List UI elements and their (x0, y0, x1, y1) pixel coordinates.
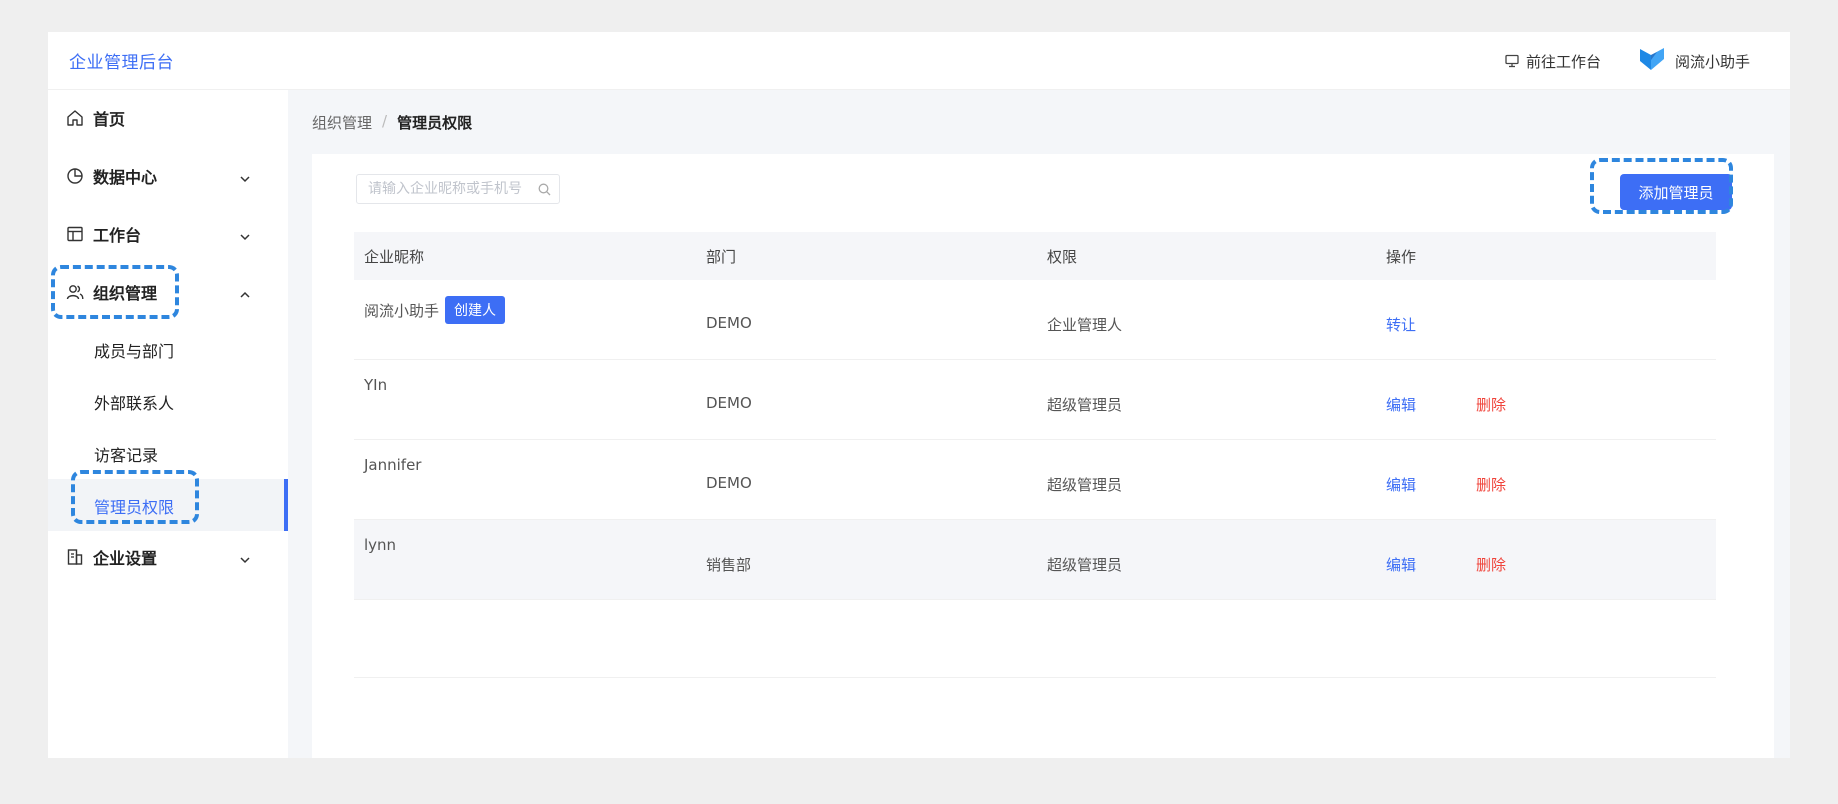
sidebar-subitem-admin-permissions[interactable]: 管理员权限 (48, 479, 288, 531)
table-row: Jannifer DEMO 超级管理员 编辑 删除 (354, 440, 1716, 520)
edit-button[interactable]: 编辑 (1386, 554, 1416, 575)
sidebar-item-label: 数据中心 (93, 168, 158, 187)
assistant-name: 阅流小助手 (1674, 52, 1750, 71)
workbench-link[interactable]: 前往工作台 (1505, 51, 1601, 72)
table-row: lynn 销售部 超级管理员 编辑 删除 (354, 520, 1716, 600)
breadcrumb-current: 管理员权限 (397, 114, 473, 132)
sidebar-subitem-label: 管理员权限 (94, 498, 175, 517)
admin-name-cell: YIn (364, 376, 387, 394)
table-empty-row (354, 600, 1716, 678)
admin-name: 阅流小助手 (364, 301, 440, 320)
sidebar-item-home[interactable]: 首页 (48, 93, 288, 143)
sidebar-item-data-center[interactable]: 数据中心 (48, 151, 288, 201)
sidebar-item-label: 企业设置 (93, 549, 158, 568)
admin-name-cell: 阅流小助手 创建人 (364, 296, 506, 324)
search-box (356, 174, 560, 204)
sidebar-item-workbench[interactable]: 工作台 (48, 209, 288, 259)
admin-name-cell: lynn (364, 536, 396, 554)
column-header-actions: 操作 (1386, 248, 1417, 266)
permission-cell: 企业管理人 (1047, 316, 1123, 334)
screen-frame: 企业管理后台 前往工作台 阅流小助手 首页 数据中心 工作台 组织管理 成员与部… (0, 0, 1838, 804)
column-header-permission: 权限 (1047, 248, 1078, 266)
admin-card: 添加管理员 企业昵称 部门 权限 操作 阅流小助手 创建人 DEMO (312, 154, 1774, 758)
sidebar-subitem-label: 访客记录 (94, 446, 159, 465)
layout-icon (66, 225, 84, 243)
sidebar-item-org-management[interactable]: 组织管理 (48, 267, 288, 317)
chevron-down-icon (239, 228, 251, 241)
breadcrumb: 组织管理 / 管理员权限 (312, 112, 472, 133)
assistant-profile[interactable]: 阅流小助手 (1639, 46, 1750, 76)
building-icon (66, 548, 84, 566)
admin-name: Jannifer (364, 456, 422, 474)
edit-button[interactable]: 编辑 (1386, 394, 1416, 415)
department-cell: DEMO (706, 314, 752, 332)
sidebar-item-label: 首页 (93, 110, 126, 129)
chevron-down-icon (239, 551, 251, 564)
admin-name: YIn (364, 376, 388, 394)
permission-cell: 超级管理员 (1047, 396, 1123, 414)
transfer-button[interactable]: 转让 (1386, 314, 1416, 335)
column-header-department: 部门 (706, 248, 737, 266)
sidebar-subitem-visitor-records[interactable]: 访客记录 (48, 427, 288, 479)
sidebar-subitem-label: 外部联系人 (94, 394, 175, 413)
department-cell: 销售部 (706, 556, 752, 574)
sidebar-subitem-members[interactable]: 成员与部门 (48, 323, 288, 375)
table-row: 阅流小助手 创建人 DEMO 企业管理人 转让 (354, 280, 1716, 360)
assistant-logo-icon (1639, 46, 1665, 76)
department-cell: DEMO (706, 474, 752, 492)
monitor-icon (1505, 54, 1519, 68)
admin-name-cell: Jannifer (364, 456, 421, 474)
permission-cell: 超级管理员 (1047, 476, 1123, 494)
sidebar: 首页 数据中心 工作台 组织管理 成员与部门 外部联系人 访客记录 管理员权限 … (48, 90, 288, 758)
users-icon (66, 283, 84, 301)
delete-button[interactable]: 删除 (1476, 394, 1506, 415)
delete-button[interactable]: 删除 (1476, 474, 1506, 495)
column-header-nickname: 企业昵称 (364, 248, 425, 266)
home-icon (66, 109, 84, 127)
breadcrumb-parent[interactable]: 组织管理 (312, 112, 372, 133)
pie-chart-icon (66, 167, 84, 185)
main-content: 组织管理 / 管理员权限 添加管理员 企业昵称 部门 权限 (288, 90, 1790, 758)
admin-app: 企业管理后台 前往工作台 阅流小助手 首页 数据中心 工作台 组织管理 成员与部… (48, 32, 1790, 758)
creator-badge: 创建人 (445, 296, 506, 324)
top-bar: 企业管理后台 前往工作台 阅流小助手 (48, 32, 1790, 90)
breadcrumb-separator: / (382, 112, 388, 130)
sidebar-item-company-settings[interactable]: 企业设置 (48, 532, 288, 582)
add-admin-button[interactable]: 添加管理员 (1620, 174, 1732, 210)
delete-button[interactable]: 删除 (1476, 554, 1506, 575)
top-right-actions: 前往工作台 阅流小助手 (1505, 46, 1750, 76)
brand-title[interactable]: 企业管理后台 (69, 48, 174, 73)
sidebar-subitem-label: 成员与部门 (94, 342, 175, 361)
chevron-up-icon (239, 286, 251, 298)
table-header: 企业昵称 部门 权限 操作 (354, 232, 1716, 280)
chevron-down-icon (239, 170, 251, 183)
admin-table: 企业昵称 部门 权限 操作 阅流小助手 创建人 DEMO 企业管理人 转让 YI… (354, 232, 1716, 678)
sidebar-subitem-external-contacts[interactable]: 外部联系人 (48, 375, 288, 427)
sidebar-item-label: 组织管理 (93, 284, 158, 303)
permission-cell: 超级管理员 (1047, 556, 1123, 574)
workbench-link-label: 前往工作台 (1525, 52, 1601, 71)
sidebar-item-label: 工作台 (93, 226, 142, 245)
admin-name: lynn (364, 536, 397, 554)
table-row: YIn DEMO 超级管理员 编辑 删除 (354, 360, 1716, 440)
search-icon[interactable] (538, 183, 551, 200)
edit-button[interactable]: 编辑 (1386, 474, 1416, 495)
department-cell: DEMO (706, 394, 752, 412)
search-input[interactable] (368, 181, 533, 197)
